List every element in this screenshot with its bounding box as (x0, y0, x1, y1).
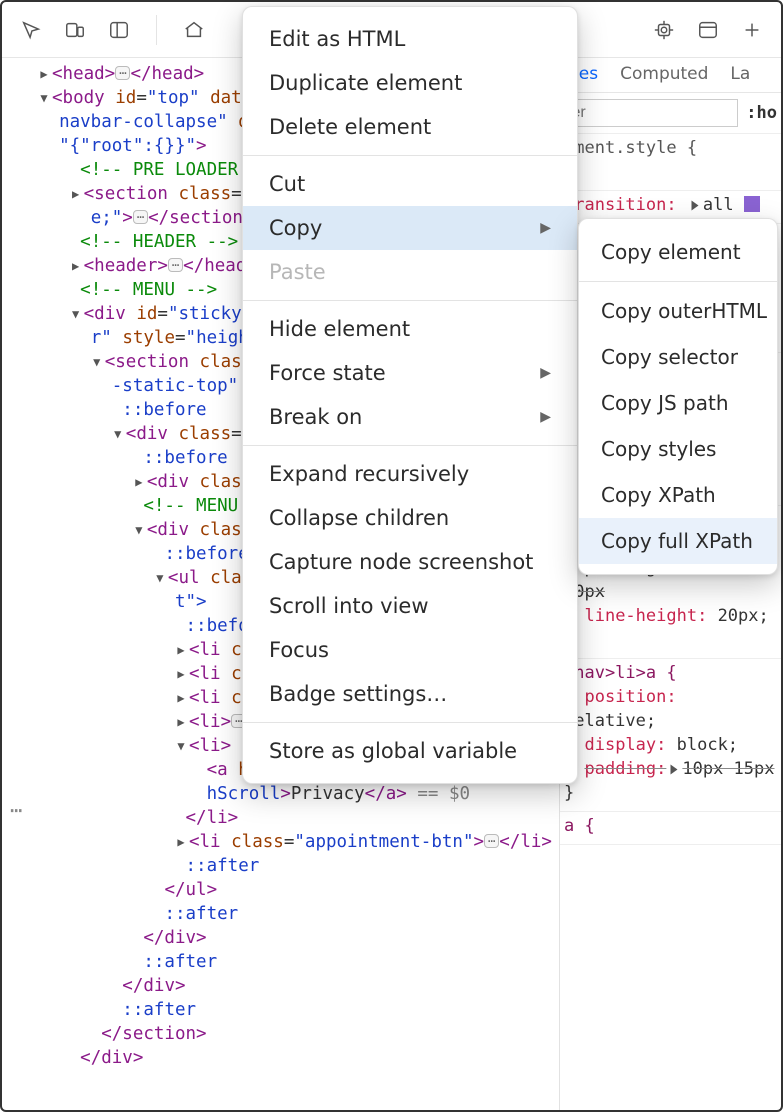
rule-element-style[interactable]: ement.style {} (560, 134, 781, 191)
pointer-icon[interactable] (20, 19, 42, 41)
tab-more[interactable]: La (730, 64, 750, 84)
devices-icon[interactable] (64, 19, 86, 41)
badge-icon (744, 196, 760, 212)
sub-copy-styles[interactable]: Copy styles (579, 426, 777, 472)
ctx-duplicate[interactable]: Duplicate element (243, 61, 577, 105)
ctx-paste: Paste (243, 250, 577, 294)
plus-icon[interactable] (741, 19, 763, 41)
context-menu: Edit as HTML Duplicate element Delete el… (242, 6, 578, 784)
rule-a[interactable]: a { (560, 812, 781, 845)
ctx-capture[interactable]: Capture node screenshot (243, 540, 577, 584)
context-submenu-copy: Copy element Copy outerHTML Copy selecto… (578, 218, 778, 575)
overflow-dots-icon[interactable]: ⋯ (10, 798, 23, 822)
home-icon[interactable] (183, 19, 205, 41)
rule-nav[interactable]: .nav>li>a { position: relative; display:… (560, 659, 781, 812)
sub-copy-jspath[interactable]: Copy JS path (579, 380, 777, 426)
ctx-cut[interactable]: Cut (243, 162, 577, 206)
chevron-right-icon: ▶ (540, 220, 551, 236)
ctx-collapse[interactable]: Collapse children (243, 496, 577, 540)
styles-panel: yles Computed La :ho ement.style {} tran… (559, 58, 781, 1110)
chevron-right-icon: ▶ (540, 409, 551, 425)
ctx-force-state[interactable]: Force state▶ (243, 351, 577, 395)
ctx-hide[interactable]: Hide element (243, 307, 577, 351)
ctx-badge[interactable]: Badge settings… (243, 672, 577, 716)
ctx-copy[interactable]: Copy▶ (243, 206, 577, 250)
ctx-scroll[interactable]: Scroll into view (243, 584, 577, 628)
ctx-expand[interactable]: Expand recursively (243, 452, 577, 496)
styles-filter-input[interactable] (560, 99, 738, 127)
panel-icon[interactable] (697, 19, 719, 41)
sub-copy-outerhtml[interactable]: Copy outerHTML (579, 288, 777, 334)
toolbar-divider (156, 15, 157, 45)
sidebar-icon[interactable] (108, 19, 130, 41)
ctx-store-global[interactable]: Store as global variable (243, 729, 577, 773)
tab-computed[interactable]: Computed (620, 64, 708, 84)
chip-icon[interactable] (653, 19, 675, 41)
hov-toggle[interactable]: :ho (746, 103, 777, 123)
ctx-focus[interactable]: Focus (243, 628, 577, 672)
sub-copy-xpath[interactable]: Copy XPath (579, 472, 777, 518)
sub-copy-full-xpath[interactable]: Copy full XPath (579, 518, 777, 564)
body-tag[interactable]: body (63, 88, 105, 108)
sub-copy-element[interactable]: Copy element (579, 229, 777, 275)
ctx-edit-html[interactable]: Edit as HTML (243, 17, 577, 61)
ctx-delete[interactable]: Delete element (243, 105, 577, 149)
sub-copy-selector[interactable]: Copy selector (579, 334, 777, 380)
ctx-break-on[interactable]: Break on▶ (243, 395, 577, 439)
chevron-right-icon: ▶ (540, 365, 551, 381)
